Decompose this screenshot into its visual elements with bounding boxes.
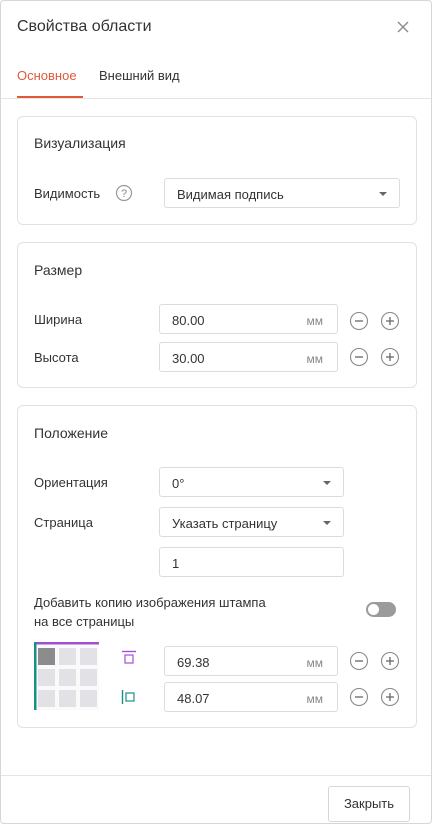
svg-text:?: ?	[121, 188, 127, 200]
help-icon[interactable]: ?	[115, 184, 133, 202]
copy-stamp-toggle[interactable]	[366, 602, 396, 617]
width-unit: мм	[306, 314, 324, 328]
footer-divider	[1, 775, 431, 776]
position-heading: Положение	[34, 425, 108, 441]
left-offset-increase-button[interactable]	[380, 687, 400, 707]
copy-stamp-label-line1: Добавить копию изображения штампа	[34, 595, 266, 610]
top-offset-input[interactable]: 69.38 мм	[164, 646, 338, 676]
visibility-label: Видимость	[34, 186, 101, 201]
left-offset-unit: мм	[306, 692, 324, 706]
tab-appearance[interactable]: Внешний вид	[99, 68, 180, 83]
chevron-down-icon	[323, 481, 331, 485]
visualization-heading: Визуализация	[34, 135, 126, 151]
orientation-label: Ориентация	[34, 475, 108, 490]
tabs-divider	[1, 98, 431, 99]
top-offset-decrease-button[interactable]	[349, 651, 369, 671]
anchor-position-grid[interactable]	[34, 642, 99, 710]
left-offset-decrease-button[interactable]	[349, 687, 369, 707]
area-properties-dialog: Свойства области Основное Внешний вид Ви…	[0, 0, 432, 824]
toggle-knob	[368, 604, 379, 615]
top-offset-value: 69.38	[177, 655, 210, 670]
height-unit: мм	[306, 352, 324, 366]
left-offset-value: 48.07	[177, 691, 210, 706]
width-input[interactable]: 80.00 мм	[159, 304, 338, 334]
height-value: 30.00	[172, 351, 205, 366]
visibility-select[interactable]: Видимая подпись	[164, 178, 400, 208]
width-value: 80.00	[172, 313, 205, 328]
top-offset-increase-button[interactable]	[380, 651, 400, 671]
top-offset-icon	[122, 650, 136, 664]
tab-general[interactable]: Основное	[17, 68, 77, 83]
height-increase-button[interactable]	[380, 347, 400, 367]
left-offset-icon	[121, 690, 135, 704]
copy-stamp-label-line2: на все страницы	[34, 614, 135, 629]
visualization-section	[17, 116, 417, 225]
visibility-value: Видимая подпись	[177, 187, 284, 202]
dialog-title: Свойства области	[17, 18, 152, 35]
left-offset-input[interactable]: 48.07 мм	[164, 682, 338, 712]
chevron-down-icon	[379, 192, 387, 196]
width-label: Ширина	[34, 312, 83, 327]
chevron-down-icon	[323, 521, 331, 525]
height-label: Высота	[34, 350, 79, 365]
page-number-input[interactable]: 1	[159, 547, 344, 577]
size-heading: Размер	[34, 262, 83, 278]
top-offset-unit: мм	[306, 656, 324, 670]
page-value: Указать страницу	[172, 516, 278, 531]
close-icon[interactable]	[393, 17, 413, 37]
width-increase-button[interactable]	[380, 311, 400, 331]
height-input[interactable]: 30.00 мм	[159, 342, 338, 372]
page-number-value: 1	[172, 556, 180, 571]
page-select[interactable]: Указать страницу	[159, 507, 344, 537]
height-decrease-button[interactable]	[349, 347, 369, 367]
page-label: Страница	[34, 515, 93, 530]
orientation-value: 0°	[172, 476, 185, 491]
close-button[interactable]: Закрыть	[328, 786, 410, 822]
width-decrease-button[interactable]	[349, 311, 369, 331]
orientation-select[interactable]: 0°	[159, 467, 344, 497]
